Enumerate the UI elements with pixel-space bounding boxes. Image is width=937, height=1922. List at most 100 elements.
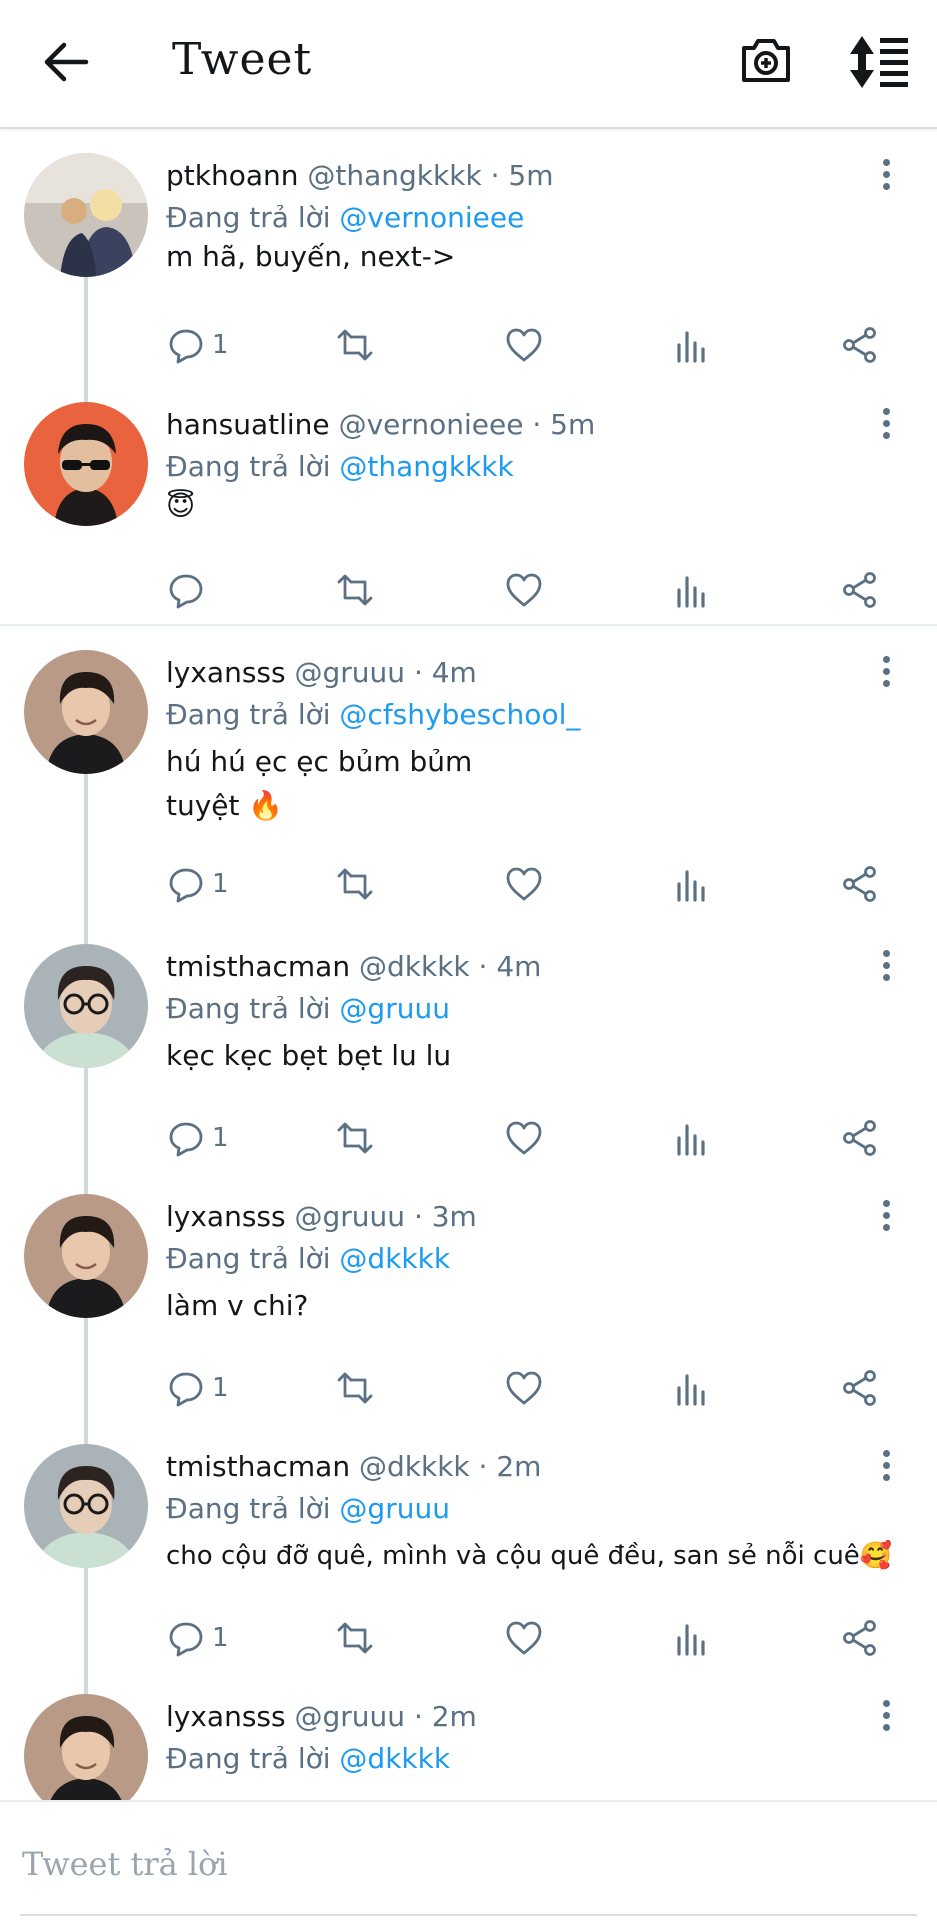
heart-icon <box>506 1621 542 1655</box>
like-button[interactable] <box>504 860 544 908</box>
avatar[interactable] <box>24 650 148 774</box>
back-button[interactable] <box>40 36 92 88</box>
retweet-button[interactable] <box>335 1114 375 1162</box>
views-button[interactable] <box>672 860 712 908</box>
replying-to-label: Đang trả lời <box>166 450 331 483</box>
more-options-button[interactable] <box>872 159 900 195</box>
mention-link[interactable]: @vernonieee <box>339 201 524 234</box>
heart-icon <box>506 1371 542 1405</box>
mention-link[interactable]: @thangkkkk <box>339 450 513 483</box>
tweet-item[interactable]: tmisthacman @dkkkk · 2m Đang trả lời @gr… <box>0 1420 937 1670</box>
views-button[interactable] <box>672 1614 712 1662</box>
more-options-button[interactable] <box>872 1450 900 1486</box>
display-name[interactable]: hansuatline <box>166 408 330 441</box>
timestamp: · 4m <box>413 656 477 689</box>
more-options-button[interactable] <box>872 408 900 444</box>
share-button[interactable] <box>840 1364 880 1412</box>
top-app-bar: Tweet <box>0 0 937 129</box>
more-options-button[interactable] <box>872 1700 900 1736</box>
user-handle[interactable]: @gruuu <box>295 1700 406 1733</box>
user-handle[interactable]: @dkkkk <box>359 1450 470 1483</box>
tweet-text-line: kẹc kẹc bẹt bẹt lu lu <box>166 1039 452 1072</box>
tweet-item[interactable]: hansuatline @vernonieee · 5m Đang trả lờ… <box>0 378 937 624</box>
mention-link[interactable]: @dkkkk <box>339 1242 450 1275</box>
display-name[interactable]: lyxansss <box>166 656 286 689</box>
reply-button[interactable]: 1 <box>166 321 229 369</box>
reply-feed[interactable]: ptkhoann @thangkkkk · 5m Đang trả lời @v… <box>0 129 937 1800</box>
like-button[interactable] <box>504 1614 544 1662</box>
user-handle[interactable]: @thangkkkk <box>307 159 481 192</box>
tweet-text: hú hú ẹc ẹc bủm bủm tuyệt 🔥 <box>166 740 472 828</box>
tweet-actions: 1 <box>0 1114 937 1162</box>
more-options-button[interactable] <box>872 1200 900 1236</box>
tweet-header: tmisthacman @dkkkk · 4m <box>166 950 541 983</box>
retweet-button[interactable] <box>335 321 375 369</box>
display-name[interactable]: lyxansss <box>166 1200 286 1233</box>
share-button[interactable] <box>840 1114 880 1162</box>
user-handle[interactable]: @gruuu <box>295 656 406 689</box>
composer-underline <box>20 1914 917 1916</box>
avatar-image <box>24 944 148 1068</box>
reply-button[interactable]: 1 <box>166 1614 229 1662</box>
share-button[interactable] <box>840 321 880 369</box>
tweet-item[interactable]: lyxansss @gruuu · 4m Đang trả lời @cfshy… <box>0 626 937 920</box>
tweet-item[interactable]: lyxansss @gruuu · 3m Đang trả lời @dkkkk… <box>0 1170 937 1420</box>
like-button[interactable] <box>504 1114 544 1162</box>
views-button[interactable] <box>672 321 712 369</box>
avatar[interactable] <box>24 1694 148 1800</box>
reply-icon <box>169 1372 203 1407</box>
tweet-text: cho cộu đỡ quê, mình và cộu quê đều, san… <box>166 1534 892 1578</box>
tweet-item[interactable]: ptkhoann @thangkkkk · 5m Đang trả lời @v… <box>0 129 937 378</box>
avatar-image <box>24 402 148 526</box>
mention-link[interactable]: @cfshybeschool_ <box>339 698 580 731</box>
tweet-item[interactable]: lyxansss @gruuu · 2m Đang trả lời @dkkkk <box>0 1670 937 1800</box>
retweet-button[interactable] <box>335 1364 375 1412</box>
like-button[interactable] <box>504 1364 544 1412</box>
share-icon <box>843 572 876 608</box>
user-handle[interactable]: @gruuu <box>295 1200 406 1233</box>
share-button[interactable] <box>840 1614 880 1662</box>
tweet-item[interactable]: tmisthacman @dkkkk · 4m Đang trả lời @gr… <box>0 920 937 1170</box>
user-handle[interactable]: @dkkkk <box>359 950 470 983</box>
views-button[interactable] <box>672 566 712 614</box>
retweet-button[interactable] <box>335 566 375 614</box>
avatar[interactable] <box>24 153 148 277</box>
avatar[interactable] <box>24 1194 148 1318</box>
sort-button[interactable] <box>848 34 910 90</box>
reply-button[interactable] <box>166 566 212 614</box>
display-name[interactable]: ptkhoann <box>166 159 299 192</box>
display-name[interactable]: tmisthacman <box>166 1450 350 1483</box>
avatar[interactable] <box>24 402 148 526</box>
views-button[interactable] <box>672 1114 712 1162</box>
like-button[interactable] <box>504 321 544 369</box>
mention-link[interactable]: @dkkkk <box>339 1742 450 1775</box>
retweet-button[interactable] <box>335 860 375 908</box>
more-options-button[interactable] <box>872 950 900 986</box>
share-button[interactable] <box>840 860 880 908</box>
retweet-button[interactable] <box>335 1614 375 1662</box>
display-name[interactable]: lyxansss <box>166 1700 286 1733</box>
user-handle[interactable]: @vernonieee <box>339 408 524 441</box>
tweet-text: làm v chi? <box>166 1284 308 1328</box>
like-button[interactable] <box>504 566 544 614</box>
reply-button[interactable]: 1 <box>166 860 229 908</box>
heart-icon <box>506 1121 542 1155</box>
share-icon <box>843 1370 876 1406</box>
avatar-image <box>24 1694 148 1800</box>
timestamp: · 5m <box>532 408 596 441</box>
mention-link[interactable]: @gruuu <box>339 992 450 1025</box>
reply-button[interactable]: 1 <box>166 1114 229 1162</box>
views-button[interactable] <box>672 1364 712 1412</box>
reply-button[interactable]: 1 <box>166 1364 229 1412</box>
camera-button[interactable] <box>738 32 794 88</box>
avatar[interactable] <box>24 944 148 1068</box>
share-button[interactable] <box>840 566 880 614</box>
more-options-button[interactable] <box>872 656 900 692</box>
reply-input[interactable] <box>20 1838 904 1890</box>
tweet-header: lyxansss @gruuu · 4m <box>166 656 477 689</box>
tweet-header: hansuatline @vernonieee · 5m <box>166 408 595 441</box>
mention-link[interactable]: @gruuu <box>339 1492 450 1525</box>
display-name[interactable]: tmisthacman <box>166 950 350 983</box>
replying-to: Đang trả lời @cfshybeschool_ <box>166 698 580 731</box>
avatar[interactable] <box>24 1444 148 1568</box>
